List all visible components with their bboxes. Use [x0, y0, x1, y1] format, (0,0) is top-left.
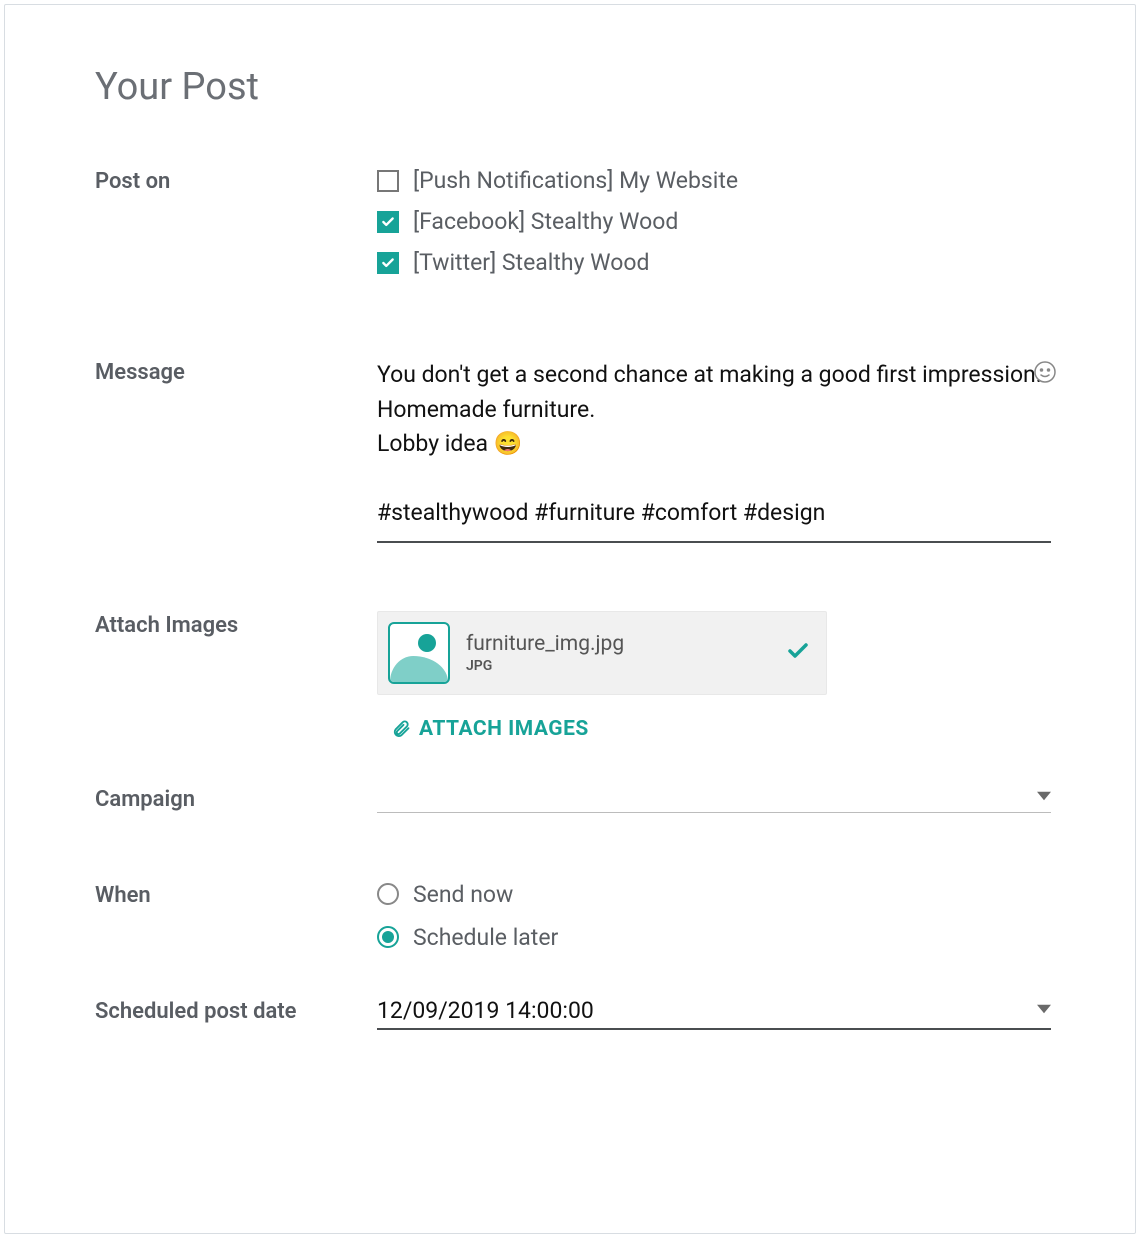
radio-send-now[interactable] — [377, 883, 399, 905]
post-form-card: Your Post Post on [Push Notifications] M… — [4, 4, 1136, 1234]
checkbox-twitter[interactable] — [377, 252, 399, 274]
image-icon — [418, 634, 436, 652]
message-wrap: You don't get a second chance at making … — [377, 358, 1051, 543]
message-input[interactable]: You don't get a second chance at making … — [377, 358, 1051, 543]
attachment-card[interactable]: furniture_img.jpg JPG — [377, 611, 827, 695]
caret-down-icon — [1037, 1001, 1051, 1020]
checkbox-facebook[interactable] — [377, 211, 399, 233]
post-on-option-twitter[interactable]: [Twitter] Stealthy Wood — [377, 249, 1051, 276]
check-icon — [786, 639, 810, 667]
label-message: Message — [95, 358, 377, 385]
checkbox-label: [Twitter] Stealthy Wood — [413, 249, 649, 276]
label-attach-images: Attach Images — [95, 611, 377, 638]
radio-schedule-later[interactable] — [377, 926, 399, 948]
radio-label: Send now — [413, 881, 513, 908]
emoji-picker-icon[interactable] — [1033, 360, 1057, 388]
scheduled-date-value: 12/09/2019 14:00:00 — [377, 997, 1051, 1030]
label-post-on: Post on — [95, 167, 377, 194]
post-on-option-facebook[interactable]: [Facebook] Stealthy Wood — [377, 208, 1051, 235]
page-title: Your Post — [95, 65, 1051, 109]
checkbox-label: [Push Notifications] My Website — [413, 167, 738, 194]
label-when: When — [95, 881, 377, 908]
scheduled-date-input[interactable]: 12/09/2019 14:00:00 — [377, 997, 1051, 1030]
row-campaign: Campaign — [95, 785, 1051, 813]
when-option-send-now[interactable]: Send now — [377, 881, 1051, 908]
row-when: When Send now Schedule later — [95, 881, 1051, 967]
attachment-type: JPG — [466, 658, 786, 674]
post-on-options: [Push Notifications] My Website [Faceboo… — [377, 167, 1051, 290]
radio-label: Schedule later — [413, 924, 558, 951]
attach-images-button[interactable]: ATTACH IMAGES — [391, 717, 589, 741]
label-campaign: Campaign — [95, 785, 377, 812]
paperclip-icon — [391, 719, 411, 739]
caret-down-icon — [1037, 788, 1051, 807]
label-scheduled-date: Scheduled post date — [95, 997, 377, 1024]
attachment-meta: furniture_img.jpg JPG — [466, 632, 786, 674]
image-icon-hill — [390, 656, 448, 682]
row-post-on: Post on [Push Notifications] My Website … — [95, 167, 1051, 290]
campaign-value — [377, 785, 1051, 813]
attachment-thumbnail — [388, 622, 450, 684]
when-option-schedule-later[interactable]: Schedule later — [377, 924, 1051, 951]
post-on-option-push[interactable]: [Push Notifications] My Website — [377, 167, 1051, 194]
row-message: Message You don't get a second chance at… — [95, 358, 1051, 543]
scheduled-date-text: 12/09/2019 14:00:00 — [377, 997, 594, 1024]
when-options: Send now Schedule later — [377, 881, 1051, 967]
campaign-dropdown[interactable] — [377, 785, 1051, 813]
checkbox-label: [Facebook] Stealthy Wood — [413, 208, 678, 235]
checkbox-push[interactable] — [377, 170, 399, 192]
attach-images-button-label: ATTACH IMAGES — [419, 717, 589, 741]
row-attach-images: Attach Images furniture_img.jpg JPG — [95, 611, 1051, 743]
attach-images-value: furniture_img.jpg JPG ATTACH IMAGES — [377, 611, 1051, 743]
attachment-filename: furniture_img.jpg — [466, 632, 786, 656]
row-scheduled-date: Scheduled post date 12/09/2019 14:00:00 — [95, 997, 1051, 1030]
